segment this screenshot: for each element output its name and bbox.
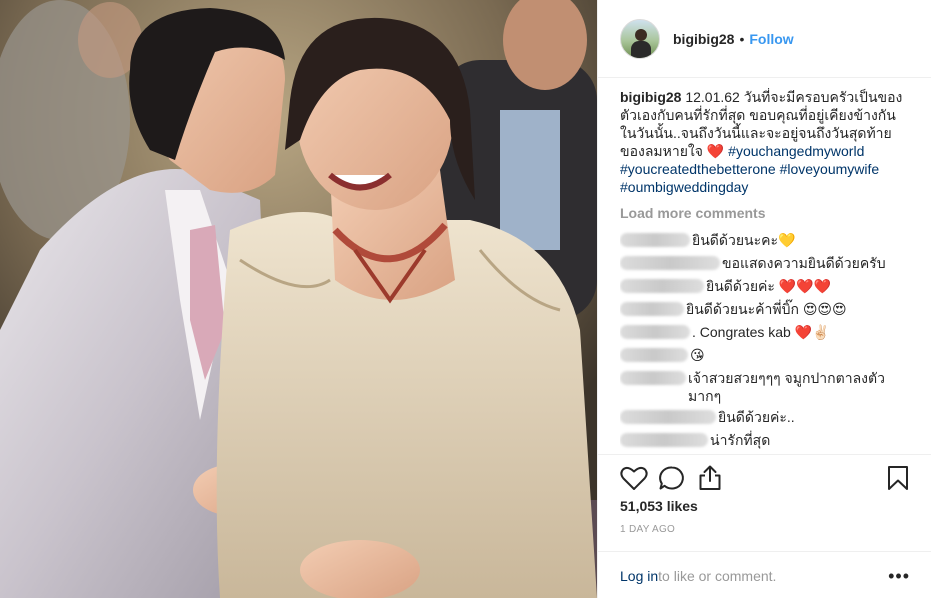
- comment-item: . Congrates kab ❤️✌🏻: [620, 320, 910, 343]
- blurred-username: [620, 233, 690, 247]
- follow-button[interactable]: Follow: [749, 31, 793, 47]
- login-link[interactable]: Log in: [620, 568, 658, 584]
- separator-dot: •: [739, 30, 745, 47]
- blurred-username: [620, 371, 686, 385]
- comment-item: ยินดีด้วยค่ะ ❤️❤️❤️: [620, 274, 910, 297]
- comments-list[interactable]: bigibig28 12.01.62 วันที่จะมีครอบครัวเป็…: [620, 88, 910, 454]
- comment-text: ยินดีด้วยค่ะ ❤️❤️❤️: [706, 278, 832, 294]
- share-icon[interactable]: [696, 465, 724, 491]
- post-caption: bigibig28 12.01.62 วันที่จะมีครอบครัวเป็…: [620, 88, 910, 196]
- load-more-comments-button[interactable]: Load more comments: [620, 204, 910, 222]
- caption-username[interactable]: bigibig28: [620, 89, 681, 105]
- comment-text: . Congrates kab ❤️✌🏻: [692, 324, 830, 340]
- comment-item: 😘: [620, 343, 910, 366]
- header-username[interactable]: bigibig28: [673, 31, 734, 47]
- hashtag[interactable]: #youcreatedthebetterone: [620, 161, 776, 177]
- login-prompt-text: to like or comment.: [658, 567, 777, 584]
- comment-item: ยินดีด้วยค่ะ..: [620, 405, 910, 428]
- post-photo[interactable]: [0, 0, 597, 598]
- comment-item: ขอแสดงความยินดีด้วยครับ: [620, 251, 910, 274]
- blurred-username: [620, 325, 690, 339]
- comment-item: เจ้าสวยสวยๆๆๆ จมูกปากตาลงตัว มากๆ: [620, 366, 910, 405]
- avatar-head: [635, 28, 647, 41]
- post-timestamp[interactable]: 1 DAY AGO: [620, 524, 675, 535]
- comment-text: เจ้าสวยสวยๆๆๆ จมูกปากตาลงตัว มากๆ: [688, 370, 885, 404]
- hashtag[interactable]: #loveyoumywife: [780, 161, 880, 177]
- more-options-icon[interactable]: •••: [888, 567, 910, 585]
- heart-icon[interactable]: [620, 465, 648, 491]
- comment-item: น่ารักที่สุด: [620, 428, 910, 451]
- comment-text: ยินดีด้วยนะค้าพี่บิ๊ก 😍😍😍: [686, 301, 847, 317]
- avatar-body: [631, 40, 651, 58]
- blurred-username: [620, 302, 684, 316]
- hashtag[interactable]: #youchangedmyworld: [728, 143, 864, 159]
- comment-item: ยินดีด้วยนะค้าพี่บิ๊ก 😍😍😍: [620, 297, 910, 320]
- blurred-username: [620, 279, 704, 293]
- blurred-username: [620, 348, 688, 362]
- avatar[interactable]: [620, 18, 660, 59]
- comment-text: ขอแสดงความยินดีด้วยครับ: [722, 255, 886, 271]
- comment-text: น่ารักที่สุด: [710, 432, 771, 448]
- comment-text: ยินดีด้วยค่ะ..: [718, 409, 795, 425]
- blurred-username: [620, 256, 720, 270]
- login-bar: Log in to like or comment. •••: [598, 551, 931, 598]
- bookmark-icon[interactable]: [886, 465, 910, 491]
- hashtag[interactable]: #oumbigweddingday: [620, 179, 748, 195]
- post-header: bigibig28 • Follow: [598, 0, 931, 78]
- comment-text: 😘: [690, 347, 705, 363]
- comment-item: ยินดีด้วยนะคะ💛: [620, 228, 910, 251]
- action-icons: [620, 465, 734, 491]
- blurred-username: [620, 433, 708, 447]
- blurred-username: [620, 410, 716, 424]
- comment-text: ยินดีด้วยนะคะ💛: [692, 232, 796, 248]
- post-side-panel: bigibig28 • Follow bigibig28 12.01.62 วั…: [597, 0, 931, 598]
- likes-count[interactable]: 51,053 likes: [620, 498, 698, 514]
- wedding-photo-illustration: [0, 0, 597, 598]
- post-actions: 51,053 likes 1 DAY AGO Log in to like or…: [598, 454, 931, 598]
- comment-icon[interactable]: [658, 465, 686, 491]
